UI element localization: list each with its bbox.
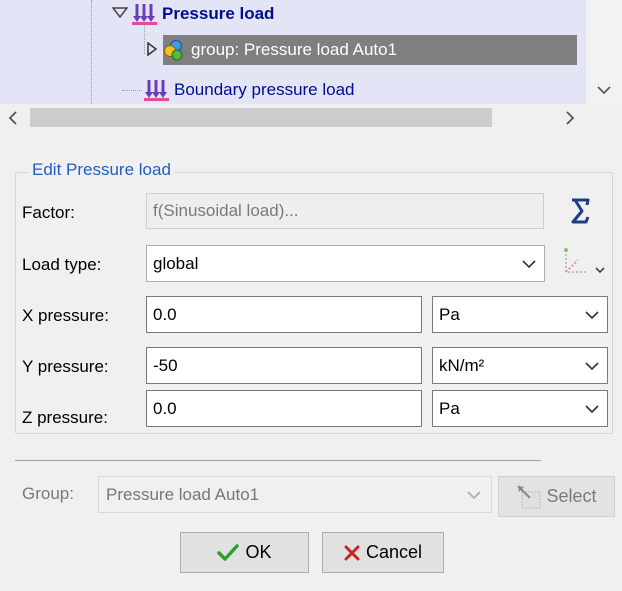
tree-view[interactable]: Pressure load group: Pressure load Auto1 — [0, 0, 585, 104]
group-select[interactable]: Pressure load Auto1 — [98, 476, 492, 513]
select-arrow-icon — [516, 484, 542, 510]
collapse-arrow-icon[interactable] — [111, 6, 129, 22]
group-label: Group: — [22, 484, 74, 503]
chevron-down-icon — [585, 361, 599, 370]
z-pressure-unit-value: Pa — [439, 398, 460, 418]
scroll-down-arrow-icon[interactable] — [585, 76, 622, 104]
cancel-x-icon — [344, 545, 360, 561]
tree-item-boundary-pressure-load[interactable]: Boundary pressure load — [144, 76, 355, 104]
factor-label: Factor: — [22, 203, 75, 222]
y-pressure-input[interactable]: -50 — [146, 347, 422, 384]
z-pressure-label: Z pressure: — [22, 408, 108, 427]
x-pressure-unit-select[interactable]: Pa — [432, 296, 608, 333]
tree-item-label: group: Pressure load Auto1 — [191, 40, 398, 59]
tree-item-group[interactable]: group: Pressure load Auto1 — [147, 35, 577, 65]
y-pressure-unit-select[interactable]: kN/m² — [432, 347, 608, 384]
x-pressure-label: X pressure: — [22, 306, 109, 325]
select-button-label: Select — [546, 486, 597, 506]
chevron-down-icon — [585, 310, 599, 319]
pressure-load-icon — [132, 3, 158, 25]
tree-guide-line — [144, 24, 145, 54]
group-icon — [163, 39, 185, 61]
x-pressure-unit-value: Pa — [439, 304, 460, 324]
x-pressure-input[interactable]: 0.0 — [146, 296, 422, 333]
chevron-down-icon — [522, 259, 536, 268]
groupbox-title: Edit Pressure load — [28, 160, 175, 180]
y-pressure-unit-value: kN/m² — [439, 355, 485, 375]
separator — [15, 460, 541, 461]
select-button[interactable]: Select — [498, 476, 615, 517]
chevron-down-icon — [467, 491, 481, 500]
load-type-label: Load type: — [22, 255, 102, 274]
selected-row-highlight[interactable]: group: Pressure load Auto1 — [163, 35, 577, 65]
sigma-formula-icon[interactable] — [562, 193, 598, 229]
scrollbar-corner — [585, 104, 622, 131]
tree-guide-line — [91, 0, 92, 104]
load-type-value: global — [153, 253, 199, 273]
ok-button-label: OK — [245, 542, 272, 562]
chevron-down-icon — [585, 404, 599, 413]
z-pressure-input[interactable]: 0.0 — [146, 390, 422, 427]
ok-button[interactable]: OK — [180, 532, 309, 573]
tree-guide-line — [122, 90, 142, 91]
cancel-button-label: Cancel — [365, 542, 423, 562]
expand-arrow-icon[interactable] — [147, 41, 158, 59]
pressure-load-icon — [144, 79, 170, 101]
tree-item-pressure-load[interactable]: Pressure load — [111, 0, 275, 28]
horizontal-scrollbar-thumb[interactable] — [30, 108, 492, 127]
load-type-select[interactable]: global — [146, 245, 545, 282]
factor-field[interactable]: f(Sinusoidal load)... — [146, 193, 544, 229]
coordinate-system-icon[interactable] — [558, 246, 608, 280]
cancel-button[interactable]: Cancel — [322, 532, 444, 573]
z-pressure-unit-select[interactable]: Pa — [432, 390, 608, 427]
y-pressure-label: Y pressure: — [22, 357, 109, 376]
scroll-left-arrow-icon[interactable] — [0, 104, 26, 131]
tree-item-label: Boundary pressure load — [174, 80, 355, 99]
check-icon — [217, 543, 240, 562]
group-value: Pressure load Auto1 — [106, 484, 260, 504]
tree-item-label: Pressure load — [162, 4, 275, 23]
scroll-right-arrow-icon[interactable] — [555, 104, 585, 131]
